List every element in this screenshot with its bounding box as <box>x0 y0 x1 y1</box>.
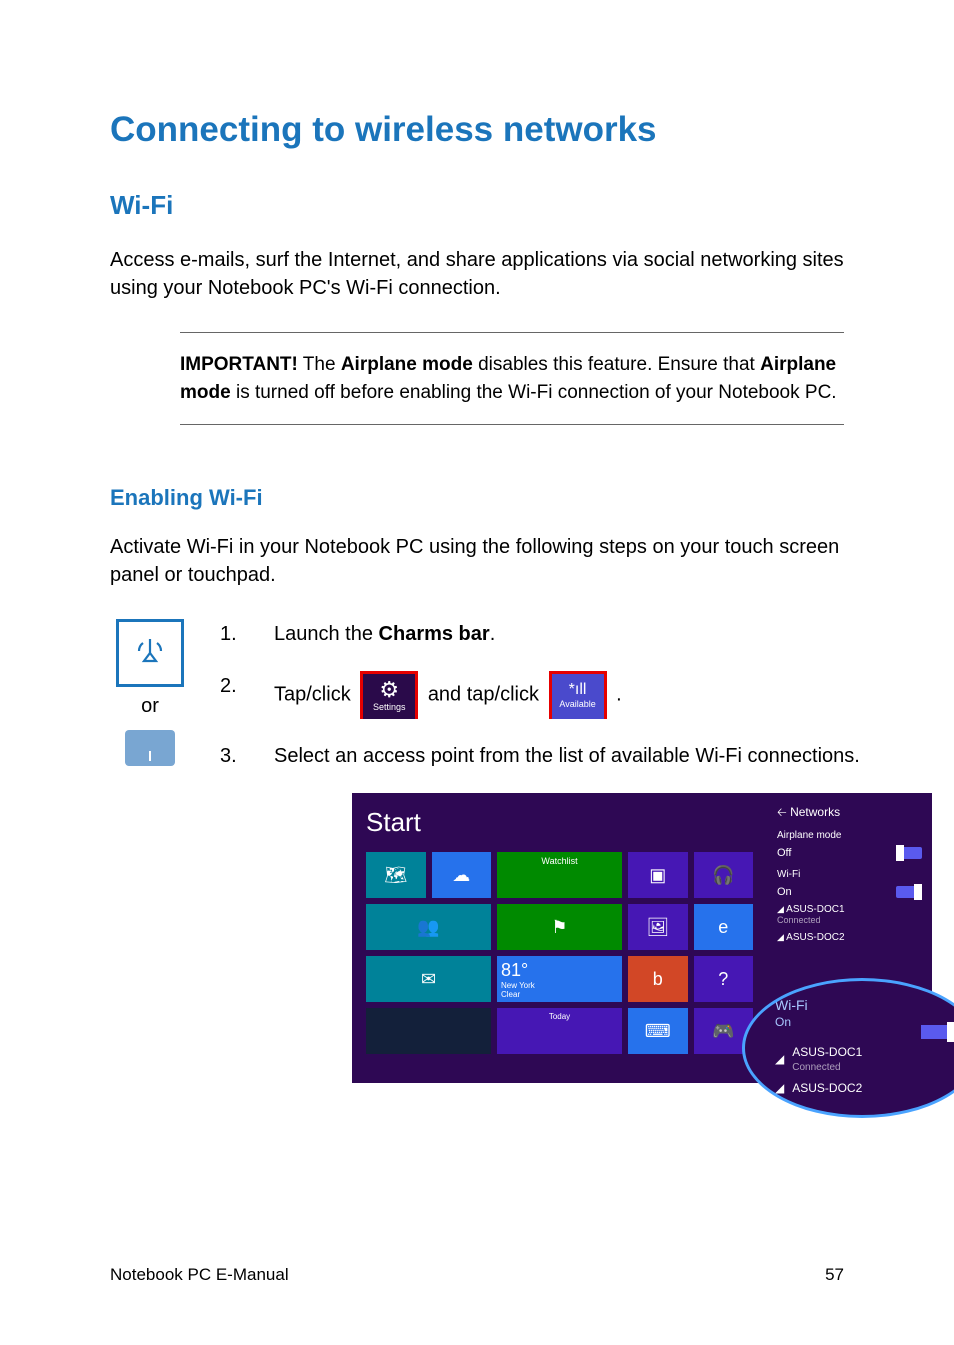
step-1: Launch the Charms bar. <box>220 619 932 649</box>
tile-photos: 🖼 <box>628 904 688 950</box>
tile-maps: 🗺 <box>366 852 426 898</box>
signal-bars-icon: ◢ <box>775 1081 784 1095</box>
note-text-c: is turned off before enabling the Wi-Fi … <box>231 382 837 403</box>
wifi-state: On <box>777 886 792 898</box>
weather-city: New York <box>501 981 535 990</box>
note-text-a: The <box>298 354 341 375</box>
available-networks-icon: *ıll Available <box>549 671 607 719</box>
gear-icon: ⚙ <box>379 679 399 701</box>
network-item-1[interactable]: ◢ ASUS-DOC1 Connected <box>777 904 922 926</box>
step1-bold: Charms bar <box>379 623 490 645</box>
weather-cond: Clear <box>501 990 520 999</box>
step1-text-c: . <box>490 623 496 645</box>
tile-people: 👥 <box>366 904 491 950</box>
zoom-network-1[interactable]: ◢ ASUS-DOC1 Connected <box>775 1045 949 1073</box>
step2-text-a: Tap/click <box>274 683 356 705</box>
signal-bars-icon: ◢ <box>775 1052 784 1066</box>
zoom-callout: Wi-Fi On ◢ ASUS-DOC1 Connected ◢ <box>742 978 954 1118</box>
tile-mail: ✉ <box>366 956 491 1002</box>
section-heading-wifi: Wi-Fi <box>110 190 844 221</box>
step1-text-a: Launch the <box>274 623 379 645</box>
tile-music: 🎧 <box>694 852 754 898</box>
page-number: 57 <box>825 1265 844 1285</box>
wifi-toggle[interactable] <box>896 886 922 898</box>
zoom-wifi-label: Wi-Fi <box>775 997 949 1013</box>
tile-bing: b <box>628 956 688 1002</box>
note-bold-a: Airplane mode <box>341 354 473 375</box>
signal-icon: *ıll <box>569 682 587 698</box>
step-3: Select an access point from the list of … <box>220 741 932 771</box>
airplane-mode-state: Off <box>777 847 791 859</box>
step2-text-c: . <box>616 683 622 705</box>
start-screen: Start 🗺 ☁ Watchlist ▣ 🎧 👥 ⚑ 🖼 e ✉ <box>352 793 767 1083</box>
page-title: Connecting to wireless networks <box>110 110 844 150</box>
tile-weather: 81° New York Clear <box>497 956 622 1002</box>
tile-video: ▣ <box>628 852 688 898</box>
touchscreen-icon <box>116 619 184 687</box>
tile-skydrive: ☁ <box>432 852 492 898</box>
or-label: or <box>110 695 190 718</box>
windows8-screenshot: Start 🗺 ☁ Watchlist ▣ 🎧 👥 ⚑ 🖼 e ✉ <box>352 793 932 1083</box>
available-label: Available <box>559 698 595 712</box>
tile-desktop <box>366 1008 491 1054</box>
touchpad-icon <box>125 730 175 766</box>
weather-temp: 81° <box>501 960 528 981</box>
important-label: IMPORTANT! <box>180 354 298 375</box>
step-2: Tap/click ⚙ Settings and tap/click *ıll <box>220 671 932 719</box>
important-note: IMPORTANT! The Airplane mode disables th… <box>180 332 844 425</box>
subsection-heading: Enabling Wi-Fi <box>110 485 844 511</box>
step2-text-b: and tap/click <box>428 683 545 705</box>
zoom-network-2[interactable]: ◢ ASUS-DOC2 <box>775 1081 949 1095</box>
network-item-2[interactable]: ◢ ASUS-DOC2 <box>777 932 922 943</box>
tile-ie: e <box>694 904 754 950</box>
intro-paragraph: Access e-mails, surf the Internet, and s… <box>110 246 844 302</box>
tile-help: ? <box>694 956 754 1002</box>
zoom-wifi-toggle[interactable] <box>921 1025 953 1039</box>
note-text-b: disables this feature. Ensure that <box>473 354 760 375</box>
networks-header: 🡠 Networks <box>777 803 922 824</box>
settings-label: Settings <box>373 701 406 715</box>
step3-text: Select an access point from the list of … <box>274 741 860 771</box>
tile-finance: Watchlist <box>497 852 622 898</box>
settings-charm-icon: ⚙ Settings <box>360 671 418 719</box>
footer-doc-title: Notebook PC E-Manual <box>110 1265 289 1285</box>
wifi-label: Wi-Fi <box>777 869 922 880</box>
airplane-mode-label: Airplane mode <box>777 830 922 841</box>
start-label: Start <box>366 807 753 838</box>
tile-sports: ⚑ <box>497 904 622 950</box>
subintro-paragraph: Activate Wi-Fi in your Notebook PC using… <box>110 533 844 589</box>
airplane-toggle[interactable] <box>896 847 922 859</box>
tile-calendar: Today <box>497 1008 622 1054</box>
tile-keyboard: ⌨ <box>628 1008 688 1054</box>
